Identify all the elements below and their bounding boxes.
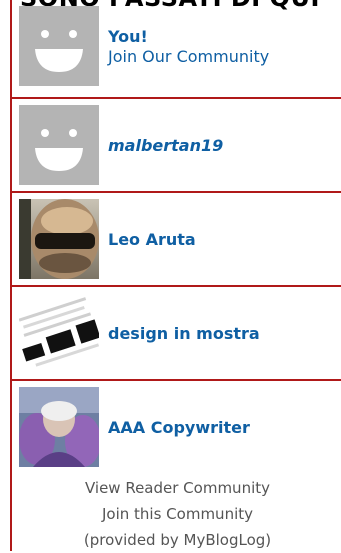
default-smiley-avatar-icon[interactable]	[19, 6, 99, 86]
member-item[interactable]: You! Join Our Community	[12, 1, 341, 92]
photo-avatar-icon[interactable]	[19, 199, 99, 279]
member-item[interactable]: design in mostra	[12, 288, 341, 379]
reader-community-widget: SONO PASSATI DI QUI You! Join Our Commun…	[10, 0, 341, 551]
divider	[12, 379, 341, 381]
join-community-link[interactable]: Join Our Community	[108, 47, 269, 67]
design-logo-avatar-icon[interactable]	[19, 293, 99, 373]
divider	[12, 191, 341, 193]
member-name-link[interactable]: design in mostra	[108, 324, 260, 344]
default-smiley-avatar-icon[interactable]	[19, 105, 99, 185]
widget-footer: View Reader Community Join this Communit…	[12, 475, 341, 553]
member-name-link[interactable]: Leo Aruta	[108, 230, 196, 250]
member-item[interactable]: AAA Copywriter	[12, 382, 341, 473]
view-reader-community-link[interactable]: View Reader Community	[12, 475, 341, 501]
divider	[12, 97, 341, 99]
member-item[interactable]: Leo Aruta	[12, 194, 341, 285]
member-name-link[interactable]: AAA Copywriter	[108, 418, 250, 438]
photo-avatar-icon[interactable]	[19, 387, 99, 467]
divider	[12, 285, 341, 287]
join-this-community-link[interactable]: Join this Community	[12, 501, 341, 527]
member-name-link[interactable]: You!	[108, 27, 269, 47]
member-item[interactable]: malbertan19	[12, 100, 341, 191]
provided-by-note: (provided by MyBlogLog)	[83, 531, 272, 549]
member-name-link[interactable]: malbertan19	[108, 136, 223, 156]
